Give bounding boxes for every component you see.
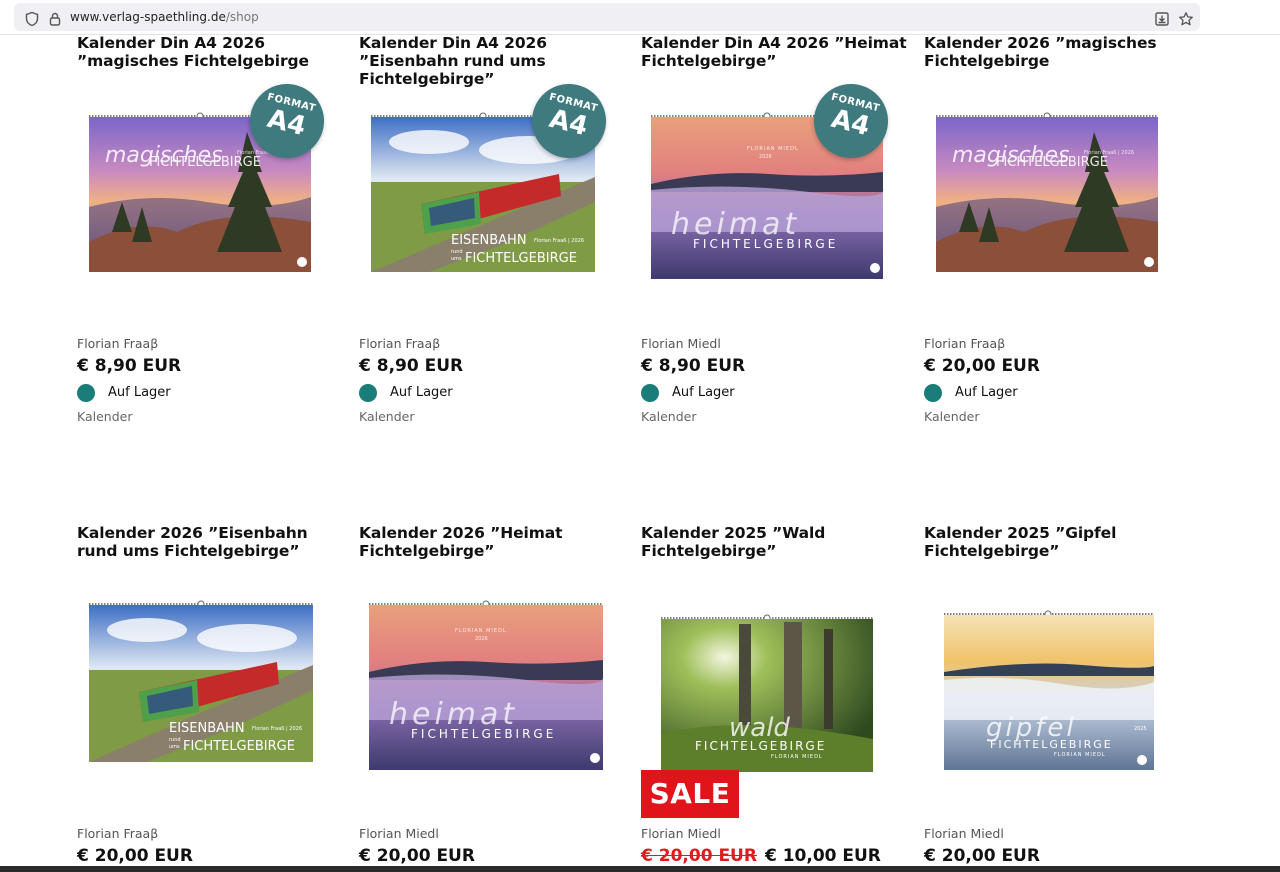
product-image[interactable]: magisches FICHTELGEBIRGE Florian Fraaß |… [934, 112, 1160, 274]
cover-author-text: Florian Fraaß | 2026 [1084, 150, 1134, 156]
product-price: € 20,00 EUR [924, 356, 1040, 376]
taskbar-edge [0, 866, 1280, 872]
url-host: www.verlag-spaethling.de [70, 10, 226, 24]
address-bar[interactable]: www.verlag-spaethling.de/shop [14, 3, 1200, 31]
url-text[interactable]: www.verlag-spaethling.de/shop [70, 10, 259, 24]
publisher-logo-icon [870, 263, 880, 273]
cover-subtitle-text: FICHTELGEBIRGE [465, 251, 577, 266]
cover-author-text: Florian Fraaß | 2026 [534, 238, 584, 244]
product-title[interactable]: Kalender Din A4 2026 ”magisches Fichtelg… [77, 34, 352, 70]
product-image[interactable]: FLORIAN MIEDL 2026 heimat FICHTELGEBIRGE [367, 600, 605, 772]
stock-dot-icon [924, 384, 942, 402]
product-title[interactable]: Kalender 2026 ”magisches Fichtelgebirge [924, 34, 1199, 70]
product-author: Florian Miedl [641, 336, 721, 351]
product-price: € 8,90 EUR [359, 356, 464, 376]
product-image[interactable]: gipfel FICHTELGEBIRGE FLORIAN MIEDL 2025 [942, 610, 1156, 772]
product-author: Florian Miedl [641, 826, 721, 841]
sale-price: € 10,00 EUR [764, 846, 881, 866]
product-author: Florian Fraaβ [77, 336, 159, 351]
cover-author-text: FLORIAN MIEDL [771, 754, 823, 760]
product-price: € 20,00 EUR € 10,00 EUR [641, 846, 881, 866]
browser-toolbar: www.verlag-spaethling.de/shop [0, 0, 1280, 35]
product-title[interactable]: Kalender 2026 ”Eisenbahn rund ums Fichte… [77, 524, 352, 560]
product-category[interactable]: Kalender [359, 409, 415, 424]
publisher-logo-icon [1144, 257, 1154, 267]
cover-year-text: 2026 [475, 636, 488, 642]
shield-icon[interactable] [24, 11, 40, 27]
cover-title-text: FICHTELGEBIRGE [693, 237, 838, 251]
cover-title-text: EISENBAHN [169, 721, 245, 736]
stock-label: Auf Lager [955, 385, 1018, 400]
star-icon[interactable] [1178, 11, 1194, 27]
stock-label: Auf Lager [672, 385, 735, 400]
cover-year-text: 2025 [1134, 726, 1147, 732]
cover-subtitle-text: FICHTELGEBIRGE [183, 739, 295, 754]
product-title[interactable]: Kalender 2025 ”Wald Fichtelgebirge” [641, 524, 916, 560]
cover-author-text: FLORIAN MIEDL [1054, 752, 1106, 758]
product-author: Florian Miedl [924, 826, 1004, 841]
product-author: Florian Fraaβ [359, 336, 441, 351]
stock-dot-icon [77, 384, 95, 402]
cover-rund-text: rund [169, 737, 181, 743]
product-title[interactable]: Kalender Din A4 2026 ”Eisenbahn rund ums… [359, 34, 634, 88]
product-category[interactable]: Kalender [641, 409, 697, 424]
product-price: € 8,90 EUR [641, 356, 746, 376]
lock-icon[interactable] [47, 11, 63, 27]
product-price: € 8,90 EUR [77, 356, 182, 376]
cover-ums-text: ums [169, 744, 180, 750]
product-author: Florian Fraaβ [77, 826, 159, 841]
product-author: Florian Miedl [359, 826, 439, 841]
stock-dot-icon [359, 384, 377, 402]
product-price: € 20,00 EUR [77, 846, 193, 866]
cover-author-text: FLORIAN MIEDL [455, 628, 507, 634]
product-image[interactable]: EISENBAHN rund ums FICHTELGEBIRGE Floria… [87, 600, 315, 764]
cover-title-text: FICHTELGEBIRGE [149, 155, 261, 170]
publisher-logo-icon [1137, 755, 1147, 765]
cover-ums-text: ums [451, 256, 462, 262]
cover-title-text: EISENBAHN [451, 233, 527, 248]
old-price: € 20,00 EUR [641, 846, 757, 866]
product-price: € 20,00 EUR [924, 846, 1040, 866]
product-price: € 20,00 EUR [359, 846, 475, 866]
product-image[interactable]: wald FICHTELGEBIRGE FLORIAN MIEDL [659, 614, 875, 774]
download-icon[interactable] [1154, 11, 1170, 27]
publisher-logo-icon [297, 257, 307, 267]
cover-year-text: 2026 [759, 154, 772, 160]
cover-author-text: FLORIAN MIEDL [747, 146, 799, 152]
product-title[interactable]: Kalender 2026 ”Heimat Fichtelgebirge” [359, 524, 634, 560]
product-category[interactable]: Kalender [77, 409, 133, 424]
cover-title-text: FICHTELGEBIRGE [695, 739, 826, 753]
stock-label: Auf Lager [108, 385, 171, 400]
sale-badge: SALE [641, 770, 739, 818]
cover-title-text: FICHTELGEBIRGE [996, 155, 1108, 170]
product-title[interactable]: Kalender Din A4 2026 ”Heimat Fichtelgebi… [641, 34, 916, 70]
cover-title-text: FICHTELGEBIRGE [990, 738, 1113, 751]
product-title[interactable]: Kalender 2025 ”Gipfel Fichtelgebirge” [924, 524, 1199, 560]
stock-dot-icon [641, 384, 659, 402]
cover-rund-text: rund [451, 249, 463, 255]
url-path: /shop [225, 10, 259, 24]
publisher-logo-icon [590, 753, 600, 763]
cover-author-text: Florian Fraaß | 2026 [252, 726, 302, 732]
product-category[interactable]: Kalender [924, 409, 980, 424]
cover-title-text: FICHTELGEBIRGE [411, 727, 556, 741]
product-author: Florian Fraaβ [924, 336, 1006, 351]
stock-label: Auf Lager [390, 385, 453, 400]
